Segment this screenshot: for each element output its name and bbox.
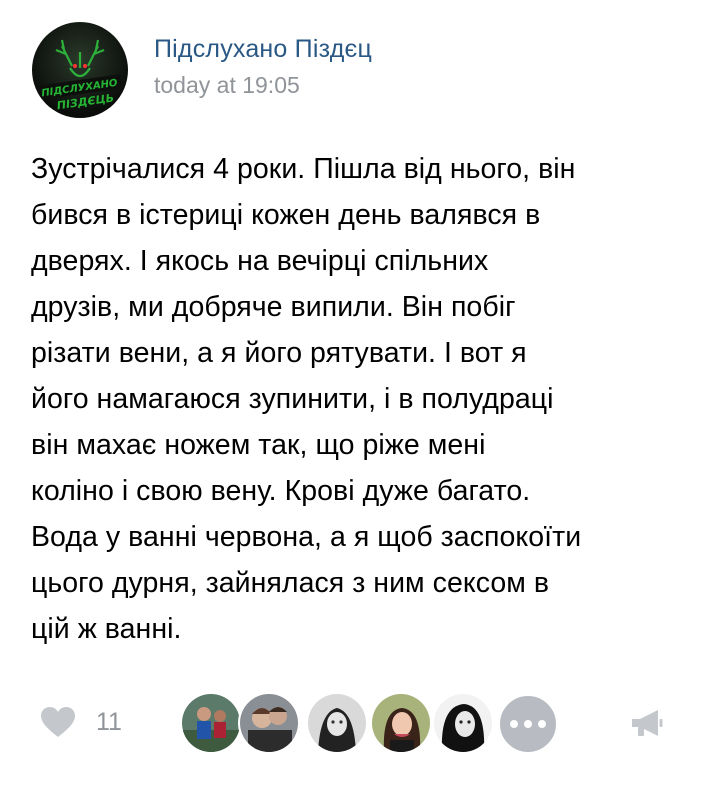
liker-avatar-4[interactable] xyxy=(370,692,432,754)
liker-avatar-2[interactable] xyxy=(238,692,300,754)
liker-avatar-5[interactable] xyxy=(432,692,494,754)
author-name[interactable]: Підслухано Піздєц xyxy=(154,32,372,66)
post-header-text: Підслухано Піздєц today at 19:05 xyxy=(154,32,372,102)
community-avatar[interactable]: ПІДСЛУХАНО ПІЗДЄЦЬ xyxy=(32,22,128,118)
post-timestamp[interactable]: today at 19:05 xyxy=(154,68,372,102)
liker-avatar-image xyxy=(240,694,298,752)
megaphone-icon xyxy=(632,710,663,736)
share-button[interactable] xyxy=(630,708,664,743)
post-footer: 11 xyxy=(0,688,720,758)
community-logo: ПІДСЛУХАНО ПІЗДЄЦЬ xyxy=(32,22,128,118)
liker-avatar-1[interactable] xyxy=(180,692,242,754)
like-button[interactable]: 11 xyxy=(40,706,122,738)
more-dots-icon xyxy=(510,720,518,728)
more-likers-button[interactable] xyxy=(498,694,558,754)
liker-avatar-image xyxy=(308,694,366,752)
liker-avatar-image xyxy=(372,694,430,752)
liker-avatar-image xyxy=(182,694,240,752)
more-dots-icon xyxy=(524,720,532,728)
like-count: 11 xyxy=(96,707,122,736)
liker-avatar-image xyxy=(434,694,492,752)
post-header: ПІДСЛУХАНО ПІЗДЄЦЬ Підслухано Піздєц tod… xyxy=(32,22,372,118)
more-dots-icon xyxy=(538,720,546,728)
post-text: Зустрічалися 4 роки. Пішла від нього, ві… xyxy=(31,153,582,645)
liker-avatar-3[interactable] xyxy=(306,692,368,754)
heart-icon xyxy=(41,707,75,737)
